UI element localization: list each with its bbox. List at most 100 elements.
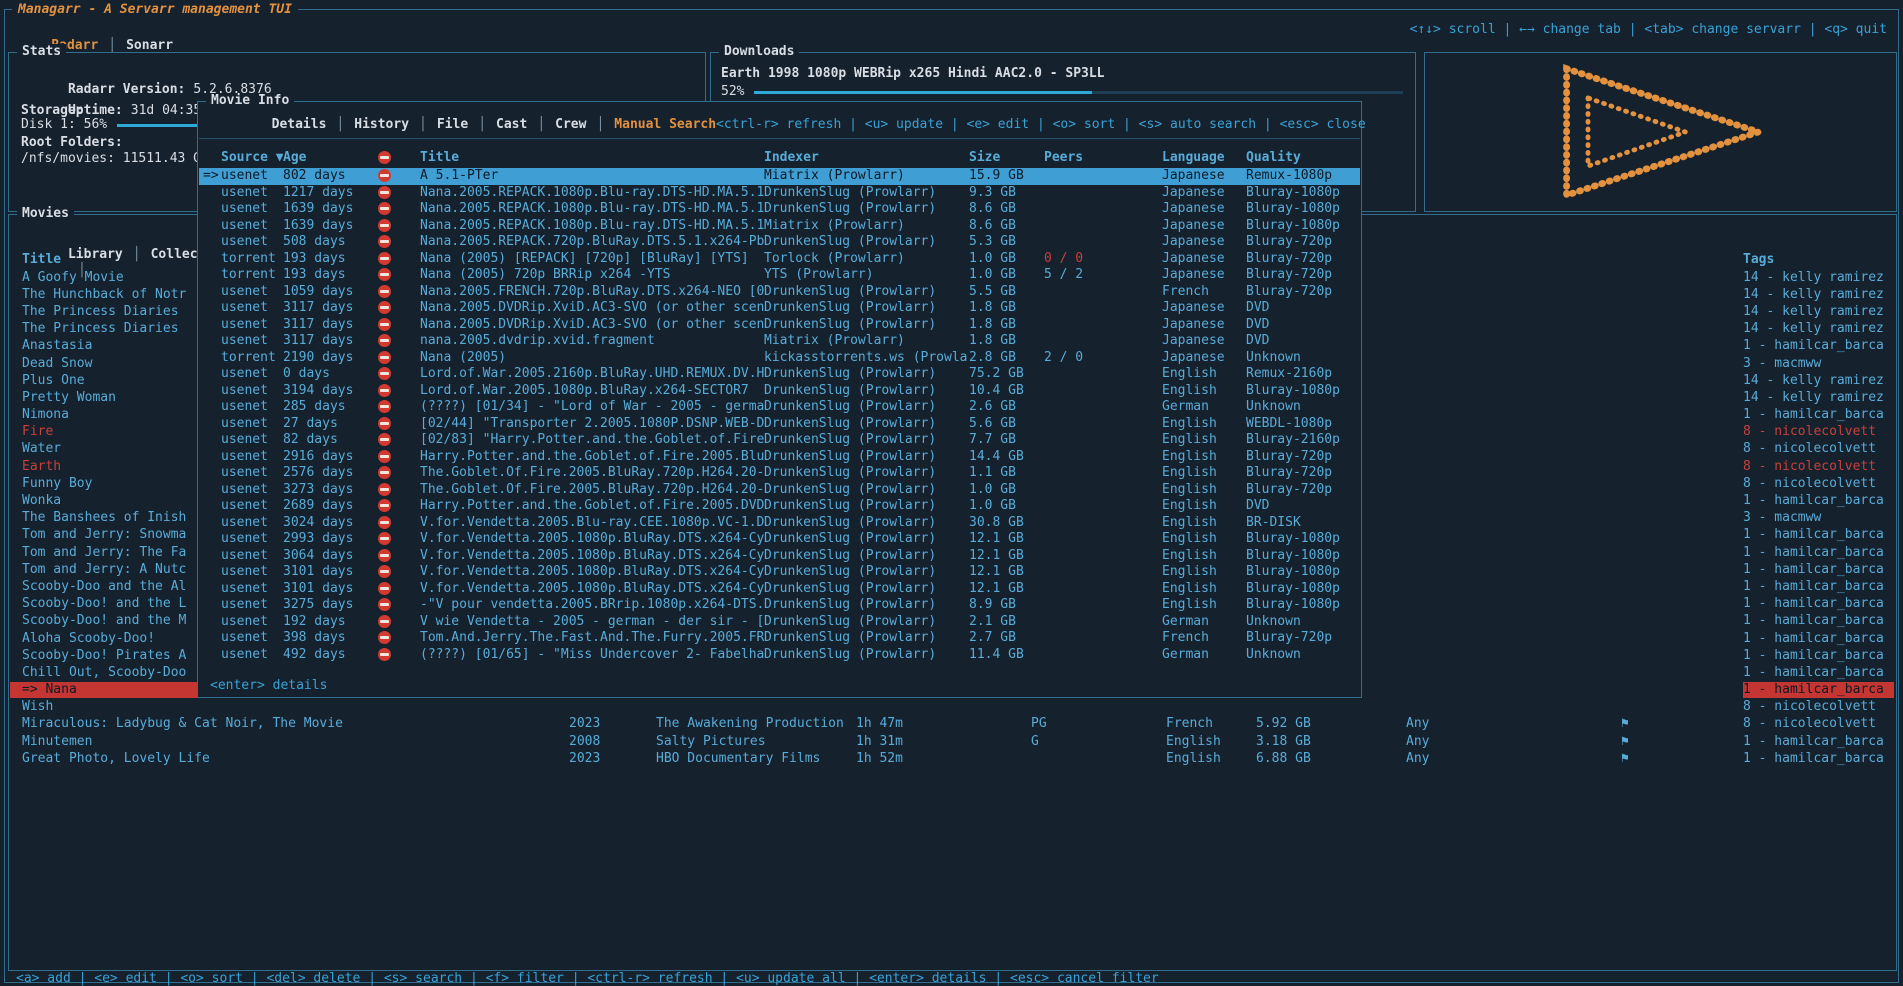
release-source: usenet: [221, 647, 283, 663]
release-indexer: DrunkenSlug (Prowlarr): [764, 548, 969, 564]
release-indexer: DrunkenSlug (Prowlarr): [764, 383, 969, 399]
release-source: usenet: [221, 449, 283, 465]
movie-studio: The Awakening Production: [656, 716, 856, 732]
movie-info-tab[interactable]: Details: [272, 117, 327, 132]
release-row[interactable]: torrent 193 days Nana (2005) [REPACK] [7…: [199, 251, 1360, 268]
rejected-icon: [378, 648, 391, 661]
release-row[interactable]: => usenet 802 days A 5.1-PTer Miatrix (P…: [199, 168, 1360, 185]
release-peers: 2 / 0: [1044, 350, 1162, 366]
release-row[interactable]: usenet 3117 days Nana.2005.DVDRip.XviD.A…: [199, 317, 1360, 334]
release-title: (????) [01/65] - "Miss Undercover 2- Fab…: [420, 647, 764, 663]
release-size: 1.8 GB: [969, 300, 1044, 316]
release-row[interactable]: usenet 3194 days Lord.of.War.2005.1080p.…: [199, 383, 1360, 400]
release-indexer: DrunkenSlug (Prowlarr): [764, 581, 969, 597]
release-row[interactable]: usenet 3117 days Nana.2005.DVDRip.XviD.A…: [199, 300, 1360, 317]
release-row[interactable]: usenet 2916 days Harry.Potter.and.the.Go…: [199, 449, 1360, 466]
movie-info-tab[interactable]: Manual Search: [586, 117, 716, 132]
release-row[interactable]: usenet 2576 days The.Goblet.Of.Fire.2005…: [199, 465, 1360, 482]
release-quality: Bluray-1080p: [1246, 564, 1360, 580]
rejected-icon: [378, 417, 391, 430]
movie-row[interactable]: Minutemen 2008 Salty Pictures 1h 31m G E…: [10, 733, 1894, 750]
movie-info-tab[interactable]: Crew: [527, 117, 586, 132]
release-source: usenet: [221, 366, 283, 382]
release-age: 3064 days: [283, 548, 378, 564]
release-row[interactable]: usenet 3117 days nana.2005.dvdrip.xvid.f…: [199, 333, 1360, 350]
movie-tags: 1 - hamilcar_barca: [1743, 527, 1894, 543]
release-age: 3101 days: [283, 564, 378, 580]
release-size: 1.8 GB: [969, 333, 1044, 349]
release-row[interactable]: usenet 192 days V wie Vendetta - 2005 - …: [199, 614, 1360, 631]
movie-info-tab[interactable]: File: [409, 117, 468, 132]
release-row[interactable]: usenet 3101 days V.for.Vendetta.2005.108…: [199, 564, 1360, 581]
movie-size: 3.18 GB: [1256, 734, 1406, 750]
release-source: usenet: [221, 515, 283, 531]
release-language: Japanese: [1162, 251, 1246, 267]
release-indexer: DrunkenSlug (Prowlarr): [764, 614, 969, 630]
movie-year: 2008: [569, 734, 656, 750]
release-row[interactable]: torrent 193 days Nana (2005) 720p BRRip …: [199, 267, 1360, 284]
movie-row[interactable]: Wish 8 - nicolecolvett: [10, 699, 1894, 716]
release-size: 5.3 GB: [969, 234, 1044, 250]
rejected-icon: [378, 582, 391, 595]
movie-language: English: [1166, 734, 1256, 750]
release-language: English: [1162, 498, 1246, 514]
release-row[interactable]: usenet 27 days [02/44] "Transporter 2.20…: [199, 416, 1360, 433]
release-size: 15.9 GB: [969, 168, 1044, 184]
release-row[interactable]: usenet 3273 days The.Goblet.Of.Fire.2005…: [199, 482, 1360, 499]
release-row[interactable]: usenet 398 days Tom.And.Jerry.The.Fast.A…: [199, 630, 1360, 647]
release-source: usenet: [221, 185, 283, 201]
release-row[interactable]: usenet 3101 days V.for.Vendetta.2005.108…: [199, 581, 1360, 598]
release-source: usenet: [221, 383, 283, 399]
release-row[interactable]: usenet 2689 days Harry.Potter.and.the.Go…: [199, 498, 1360, 515]
release-row[interactable]: usenet 285 days (????) [01/34] - "Lord o…: [199, 399, 1360, 416]
release-row[interactable]: usenet 492 days (????) [01/65] - "Miss U…: [199, 647, 1360, 664]
release-row[interactable]: usenet 3024 days V.for.Vendetta.2005.Blu…: [199, 515, 1360, 532]
release-row[interactable]: usenet 508 days Nana.2005.REPACK.720p.Bl…: [199, 234, 1360, 251]
release-row[interactable]: usenet 0 days Lord.of.War.2005.2160p.Blu…: [199, 366, 1360, 383]
movie-studio: Salty Pictures: [656, 734, 856, 750]
release-size: 30.8 GB: [969, 515, 1044, 531]
release-row[interactable]: usenet 2993 days V.for.Vendetta.2005.108…: [199, 531, 1360, 548]
release-age: 3273 days: [283, 482, 378, 498]
rejected-icon: [378, 252, 391, 265]
release-language: Japanese: [1162, 185, 1246, 201]
release-row[interactable]: usenet 1059 days Nana.2005.FRENCH.720p.B…: [199, 284, 1360, 301]
release-title: Nana.2005.FRENCH.720p.BluRay.DTS.x264-NE…: [420, 284, 764, 300]
release-size: 1.0 GB: [969, 251, 1044, 267]
movie-runtime: 1h 52m: [856, 751, 1031, 767]
release-quality: DVD: [1246, 498, 1360, 514]
disk-usage-label: Disk 1: 56%: [21, 117, 107, 133]
movie-row[interactable]: Great Photo, Lovely Life 2023 HBO Docume…: [10, 750, 1894, 767]
release-row[interactable]: usenet 3064 days V.for.Vendetta.2005.108…: [199, 548, 1360, 565]
servarr-tab[interactable]: Sonarr: [98, 38, 173, 53]
movie-info-tab[interactable]: History: [326, 117, 409, 132]
movie-info-tab[interactable]: Cast: [468, 117, 527, 132]
release-row[interactable]: usenet 3275 days -"V pour vendetta.2005.…: [199, 597, 1360, 614]
release-indexer: kickasstorrents.ws (Prowlarr: [764, 350, 969, 366]
release-row[interactable]: torrent 2190 days Nana (2005) kickasstor…: [199, 350, 1360, 367]
movie-tags: 8 - nicolecolvett: [1743, 459, 1894, 475]
release-row[interactable]: usenet 1639 days Nana.2005.REPACK.1080p.…: [199, 218, 1360, 235]
release-row[interactable]: usenet 82 days [02/83] "Harry.Potter.and…: [199, 432, 1360, 449]
release-title: Harry.Potter.and.the.Goblet.of.Fire.2005…: [420, 449, 764, 465]
release-size: 1.0 GB: [969, 482, 1044, 498]
rejected-icon: [378, 186, 391, 199]
release-age: 508 days: [283, 234, 378, 250]
release-quality: Bluray-1080p: [1246, 548, 1360, 564]
release-age: 1639 days: [283, 218, 378, 234]
release-size: 8.6 GB: [969, 218, 1044, 234]
source-column-header[interactable]: Source ▼: [221, 150, 283, 166]
movie-info-modal: Movie Info DetailsHistoryFileCastCrewMan…: [197, 101, 1362, 698]
release-row[interactable]: usenet 1639 days Nana.2005.REPACK.1080p.…: [199, 201, 1360, 218]
release-size: 12.1 GB: [969, 548, 1044, 564]
movie-tags: 3 - macmww: [1743, 356, 1894, 372]
movie-tags: 14 - kelly ramirez: [1743, 270, 1894, 286]
release-quality: Bluray-1080p: [1246, 218, 1360, 234]
movie-row[interactable]: Miraculous: Ladybug & Cat Noir, The Movi…: [10, 716, 1894, 733]
release-row[interactable]: usenet 1217 days Nana.2005.REPACK.1080p.…: [199, 185, 1360, 202]
global-keybinds: <↑↓> scroll | ←→ change tab | <tab> chan…: [1410, 22, 1887, 38]
release-size: 1.1 GB: [969, 465, 1044, 481]
rejected-icon: [378, 549, 391, 562]
release-quality: WEBDL-1080p: [1246, 416, 1360, 432]
release-age: 3275 days: [283, 597, 378, 613]
